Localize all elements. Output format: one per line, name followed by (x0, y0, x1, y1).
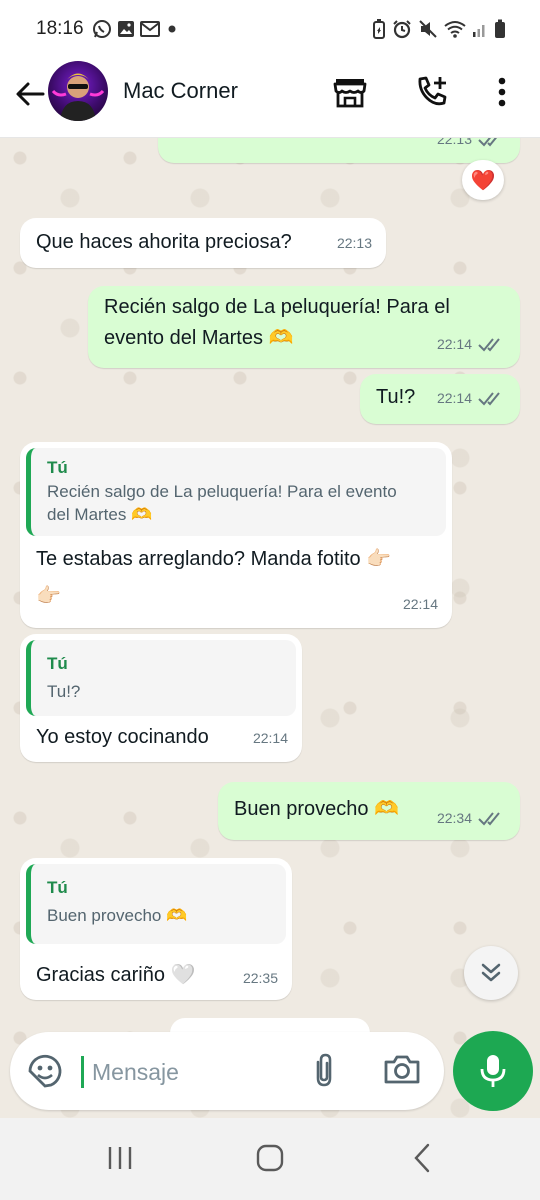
quoted-message[interactable]: Tú Tu!? (26, 640, 296, 716)
outgoing-message[interactable]: Buen provecho 🫶 22:34 (218, 782, 520, 840)
read-ticks-icon (478, 391, 506, 407)
quote-line: Recién salgo de La peluquería! Para el e… (47, 482, 397, 501)
signal-icon (472, 20, 488, 38)
message-text: Te estabas arreglando? Manda fotito 👉🏻 👉… (20, 536, 452, 612)
store-icon[interactable] (326, 68, 374, 116)
chat-area[interactable]: 22:13 ❤️ Que haces ahorita preciosa? 22:… (0, 138, 540, 1118)
message-composer (10, 1032, 444, 1110)
dot-icon (165, 22, 179, 36)
message-time: 22:13 (336, 235, 372, 251)
scroll-to-bottom-button[interactable] (464, 946, 518, 1000)
text-caret (81, 1056, 84, 1088)
mute-icon (418, 19, 438, 39)
more-vert-icon[interactable] (478, 68, 526, 116)
chat-header: Mac Corner (0, 58, 540, 138)
read-ticks-icon (478, 337, 506, 353)
message-input[interactable] (90, 1051, 304, 1093)
incoming-message[interactable]: Tú Buen provecho 🫶 Gracias cariño 🤍 22:3… (20, 858, 292, 1000)
quote-text: Tu!? (47, 682, 81, 701)
notification-icons (92, 19, 179, 39)
quoted-message[interactable]: Tú Buen provecho 🫶 (26, 864, 286, 944)
sticker-icon[interactable] (26, 1052, 64, 1090)
incoming-message[interactable]: Tú Tu!? Yo estoy cocinando 22:14 (20, 634, 302, 762)
message-meta: 22:14 (437, 383, 506, 414)
double-chevron-down-icon (481, 963, 501, 982)
read-ticks-icon (478, 138, 506, 148)
contact-name[interactable]: Mac Corner (123, 78, 238, 104)
message-text: Que haces ahorita preciosa? (36, 231, 292, 253)
quote-text: Buen provecho 🫶 (47, 906, 188, 925)
recents-icon[interactable] (90, 1138, 150, 1178)
message-time: 22:34 (436, 810, 472, 826)
status-time: 18:16 (36, 18, 84, 39)
message-line: Te estabas arreglando? Manda fotito 👉🏻 (36, 548, 392, 570)
outgoing-message[interactable]: 22:13 (158, 138, 520, 163)
message-time: 22:13 (436, 138, 472, 147)
reaction-badge[interactable]: ❤️ (462, 160, 504, 200)
heart-reaction: ❤️ (470, 169, 496, 192)
status-bar: 18:16 (0, 0, 540, 58)
message-line: Recién salgo de La peluquería! Para el (104, 296, 450, 318)
quote-text: Recién salgo de La peluquería! Para el e… (47, 480, 434, 526)
back-icon[interactable] (392, 1138, 452, 1178)
message-time: 22:35 (242, 970, 278, 986)
attach-icon[interactable] (306, 1052, 342, 1090)
camera-icon[interactable] (382, 1052, 426, 1090)
wifi-icon (444, 20, 466, 38)
quoted-message[interactable]: Tú Recién salgo de La peluquería! Para e… (26, 448, 446, 536)
message-meta: 22:14 (403, 589, 438, 620)
message-meta: 22:35 (243, 963, 278, 994)
add-call-icon[interactable] (408, 68, 456, 116)
message-time: 22:14 (402, 596, 438, 612)
message-meta: 22:13 (337, 228, 372, 259)
incoming-message[interactable]: Que haces ahorita preciosa? 22:13 (20, 218, 386, 268)
gmail-icon (139, 21, 160, 37)
outgoing-message[interactable]: Tu!? 22:14 (360, 374, 520, 424)
message-line: 👉🏻 (36, 585, 61, 607)
alarm-icon (392, 19, 412, 39)
outgoing-message[interactable]: Recién salgo de La peluquería! Para el e… (88, 286, 520, 368)
message-meta: 22:14 (253, 723, 288, 754)
battery-icon (494, 19, 506, 39)
home-icon[interactable] (240, 1138, 300, 1178)
avatar[interactable] (48, 61, 108, 121)
message-time: 22:14 (436, 390, 472, 406)
quote-author: Tú (47, 458, 68, 477)
quote-author: Tú (47, 654, 68, 673)
mic-icon (480, 1055, 506, 1087)
read-ticks-icon (478, 811, 506, 827)
back-arrow-icon[interactable] (10, 74, 50, 114)
message-meta: 22:34 (437, 803, 506, 834)
gallery-icon (117, 20, 135, 38)
quote-author: Tú (47, 878, 68, 897)
whatsapp-icon (92, 19, 112, 39)
message-meta: 22:14 (437, 329, 506, 360)
system-nav-bar (0, 1118, 540, 1200)
message-time: 22:14 (436, 336, 472, 352)
quote-line: del Martes 🫶 (47, 505, 153, 524)
system-icons (372, 19, 506, 39)
mic-button[interactable] (453, 1031, 533, 1111)
message-time: 22:14 (252, 730, 288, 746)
battery-saver-icon (372, 19, 386, 39)
message-meta: 22:13 (437, 138, 506, 155)
incoming-message[interactable]: Tú Recién salgo de La peluquería! Para e… (20, 442, 452, 628)
